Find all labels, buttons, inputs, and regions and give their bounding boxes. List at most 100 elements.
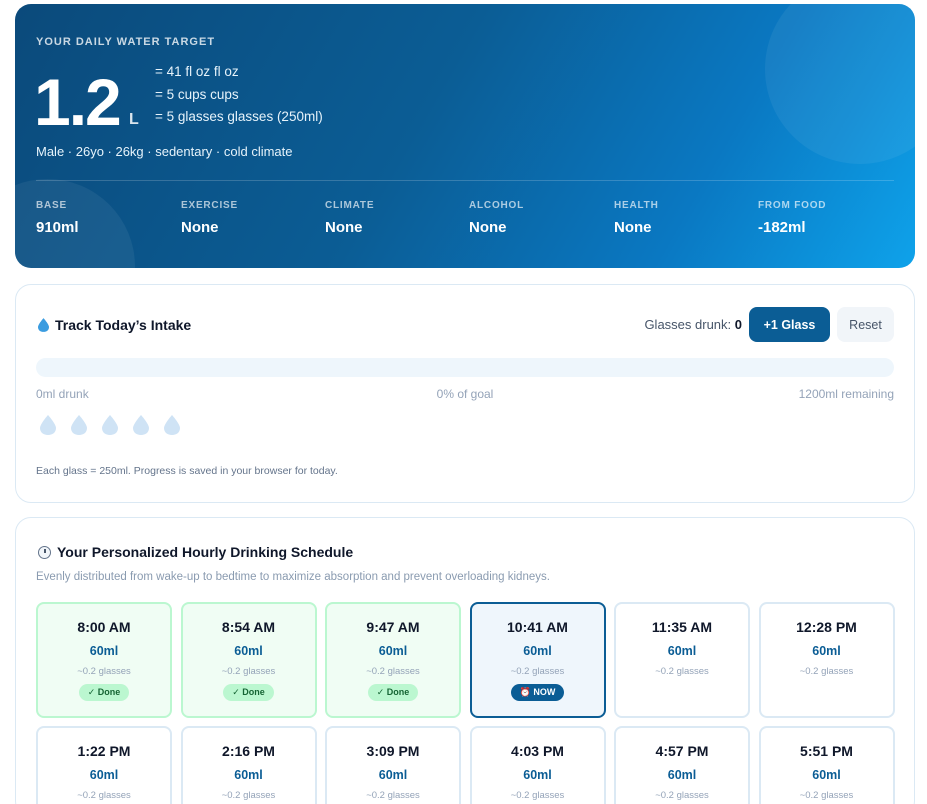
slot-amount: 60ml xyxy=(523,644,552,658)
schedule-card: Your Personalized Hourly Drinking Schedu… xyxy=(15,517,915,804)
slot-time: 2:16 PM xyxy=(222,743,275,759)
schedule-slot[interactable]: 8:00 AM 60ml ~0.2 glasses ✓ Done xyxy=(36,602,172,718)
schedule-slot[interactable]: 4:57 PM 60ml ~0.2 glasses xyxy=(614,726,750,804)
slot-amount: 60ml xyxy=(234,768,263,782)
stat-label: FROM FOOD xyxy=(758,200,827,211)
stat-label: BASE xyxy=(36,200,67,211)
stat-alcohol: ALCOHOL None xyxy=(469,200,609,236)
divider xyxy=(36,180,894,181)
stat-value: None xyxy=(469,219,507,236)
schedule-slot[interactable]: 5:51 PM 60ml ~0.2 glasses xyxy=(758,726,895,804)
slot-glasses: ~0.2 glasses xyxy=(77,666,131,677)
slot-time: 4:57 PM xyxy=(655,743,709,759)
schedule-slot[interactable]: 11:35 AM 60ml ~0.2 glasses xyxy=(614,602,750,718)
stat-from-food: FROM FOOD -182ml xyxy=(758,200,898,236)
equivalent-fl-oz: = 41 fl oz fl oz xyxy=(155,64,239,79)
stat-base: BASE 910ml xyxy=(36,200,176,236)
stat-value: None xyxy=(181,219,219,236)
target-amount: 1.2 xyxy=(34,65,122,139)
tracker-title-text: Track Today’s Intake xyxy=(55,317,192,333)
slot-glasses: ~0.2 glasses xyxy=(366,790,420,801)
schedule-slot[interactable]: 9:47 AM 60ml ~0.2 glasses ✓ Done xyxy=(325,602,461,718)
slot-glasses: ~0.2 glasses xyxy=(655,666,709,677)
glass-drop-icon[interactable] xyxy=(133,415,149,435)
stat-label: CLIMATE xyxy=(325,200,375,211)
done-badge: ✓ Done xyxy=(367,684,419,701)
goal-percent: 0% of goal xyxy=(436,387,494,401)
slot-amount: 60ml xyxy=(89,644,119,658)
glass-drop-icon[interactable] xyxy=(102,415,118,435)
slot-time: 1:22 PM xyxy=(77,743,131,759)
stat-value: 910ml xyxy=(36,219,79,236)
glass-drops xyxy=(40,415,180,435)
slot-amount: 60ml xyxy=(667,768,697,782)
equivalent-cups: = 5 cups cups xyxy=(155,86,239,102)
target-unit: L xyxy=(129,111,139,128)
slot-amount: 60ml xyxy=(667,644,697,658)
remaining-amount: 1200ml remaining xyxy=(798,387,894,401)
slot-glasses: ~0.2 glasses xyxy=(799,790,854,801)
water-drop-icon xyxy=(38,318,49,332)
schedule-slot[interactable]: 1:22 PM 60ml ~0.2 glasses xyxy=(36,726,172,804)
slot-glasses: ~0.2 glasses xyxy=(655,790,709,801)
slot-glasses: ~0.2 glasses xyxy=(510,666,565,677)
schedule-slot[interactable]: 10:41 AM 60ml ~0.2 glasses ⏰ NOW xyxy=(469,602,606,718)
daily-target-hero: YOUR DAILY WATER TARGET 1.2 L = 41 fl oz… xyxy=(15,4,915,268)
slot-amount: 60ml xyxy=(378,644,408,658)
hero-decoration xyxy=(765,4,915,164)
slot-time: 3:09 PM xyxy=(366,743,420,759)
stat-value: None xyxy=(614,219,652,236)
slot-time: 9:47 AM xyxy=(366,619,420,635)
stat-value: -182ml xyxy=(758,219,806,236)
slot-glasses: ~0.2 glasses xyxy=(799,666,854,677)
tracker-note: Each glass = 250ml. Progress is saved in… xyxy=(36,465,338,477)
schedule-slot[interactable]: 8:54 AM 60ml ~0.2 glasses ✓ Done xyxy=(180,602,317,718)
stat-health: HEALTH None xyxy=(614,200,754,236)
hero-label: YOUR DAILY WATER TARGET xyxy=(36,36,216,48)
now-badge: ⏰ NOW xyxy=(510,684,565,701)
intake-progress-bar xyxy=(36,358,894,377)
stat-climate: CLIMATE None xyxy=(325,200,465,236)
stat-label: EXERCISE xyxy=(181,200,238,211)
schedule-slot[interactable]: 2:16 PM 60ml ~0.2 glasses xyxy=(180,726,317,804)
glass-drop-icon[interactable] xyxy=(40,415,56,435)
stat-label: ALCOHOL xyxy=(469,200,525,211)
stat-value: None xyxy=(325,219,363,236)
schedule-slot[interactable]: 4:03 PM 60ml ~0.2 glasses xyxy=(469,726,606,804)
glass-drop-icon[interactable] xyxy=(71,415,87,435)
add-glass-button[interactable]: +1 Glass xyxy=(749,307,830,342)
slot-glasses: ~0.2 glasses xyxy=(77,790,131,801)
slot-time: 10:41 AM xyxy=(507,619,568,635)
slot-glasses: ~0.2 glasses xyxy=(221,666,276,677)
stat-exercise: EXERCISE None xyxy=(181,200,321,236)
clock-icon xyxy=(38,545,51,559)
equivalent-glasses: = 5 glasses glasses (250ml) xyxy=(155,109,323,124)
slot-amount: 60ml xyxy=(812,644,841,658)
stat-label: HEALTH xyxy=(614,200,659,211)
schedule-slot[interactable]: 3:09 PM 60ml ~0.2 glasses xyxy=(325,726,461,804)
slot-time: 8:54 AM xyxy=(221,619,276,635)
slot-glasses: ~0.2 glasses xyxy=(510,790,565,801)
schedule-subtitle: Evenly distributed from wake-up to bedti… xyxy=(36,571,550,583)
slot-amount: 60ml xyxy=(378,768,408,782)
done-badge: ✓ Done xyxy=(78,684,130,701)
glasses-drunk-counter: Glasses drunk: 0 xyxy=(644,317,742,332)
intake-tracker-card: Track Today’s Intake Glasses drunk: 0 +1… xyxy=(15,284,915,503)
target-equivalents: = 41 fl oz fl oz = 5 cups cups = 5 glass… xyxy=(155,61,323,129)
slot-amount: 60ml xyxy=(89,768,119,782)
done-badge: ✓ Done xyxy=(223,684,274,701)
slot-time: 8:00 AM xyxy=(77,619,131,635)
slot-time: 12:28 PM xyxy=(796,619,857,635)
reset-button[interactable]: Reset xyxy=(837,307,894,342)
schedule-slot[interactable]: 12:28 PM 60ml ~0.2 glasses xyxy=(758,602,895,718)
schedule-grid: 8:00 AM 60ml ~0.2 glasses ✓ Done 8:54 AM 60ml… xyxy=(36,602,895,804)
slot-time: 4:03 PM xyxy=(511,743,564,759)
slot-glasses: ~0.2 glasses xyxy=(221,790,276,801)
slot-time: 11:35 AM xyxy=(651,619,713,635)
glasses-drunk-count: 0 xyxy=(734,317,742,332)
slot-glasses: ~0.2 glasses xyxy=(366,666,420,677)
glass-drop-icon[interactable] xyxy=(164,415,180,435)
profile-summary: Male · 26yo · 26kg · sedentary · cold cl… xyxy=(36,144,293,159)
slot-amount: 60ml xyxy=(234,644,263,658)
slot-amount: 60ml xyxy=(812,768,841,782)
